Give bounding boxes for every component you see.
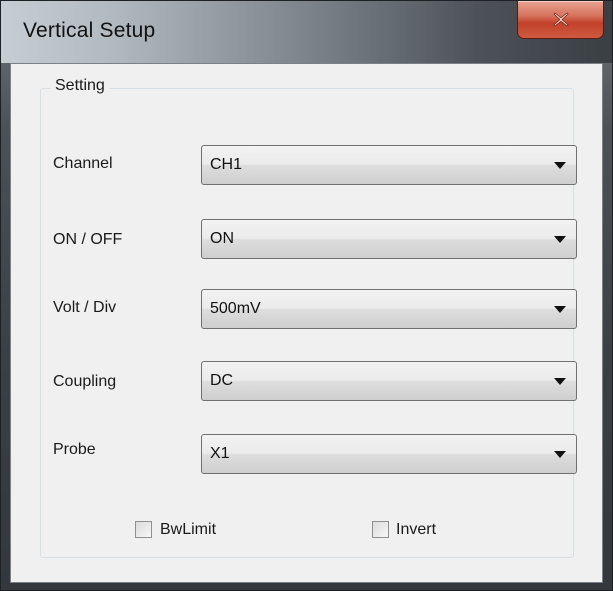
channel-select[interactable]: CH1 bbox=[201, 145, 577, 185]
on-off-label: ON / OFF bbox=[53, 231, 123, 248]
coupling-label: Coupling bbox=[53, 373, 117, 390]
dropdown-arrow-icon[interactable] bbox=[554, 378, 566, 385]
invert-label[interactable]: Invert bbox=[396, 521, 436, 539]
title-bar[interactable]: Vertical Setup bbox=[1, 1, 612, 63]
probe-value: X1 bbox=[210, 445, 230, 462]
close-icon bbox=[552, 12, 569, 27]
dropdown-arrow-icon[interactable] bbox=[554, 306, 566, 313]
dialog-client-area: Setting Channel CH1 ON / OFF ON Volt / D… bbox=[10, 63, 603, 583]
bwlimit-checkbox[interactable] bbox=[135, 521, 152, 538]
invert-checkbox[interactable] bbox=[372, 521, 389, 538]
dropdown-arrow-icon[interactable] bbox=[554, 162, 566, 169]
on-off-select[interactable]: ON bbox=[201, 219, 577, 259]
window-title: Vertical Setup bbox=[23, 19, 156, 42]
coupling-value: DC bbox=[210, 372, 234, 389]
close-button[interactable] bbox=[517, 1, 604, 39]
channel-label: Channel bbox=[53, 155, 113, 172]
coupling-select[interactable]: DC bbox=[201, 361, 577, 401]
probe-label: Probe bbox=[53, 441, 96, 458]
volt-div-value: 500mV bbox=[210, 300, 261, 317]
dropdown-arrow-icon[interactable] bbox=[554, 451, 566, 458]
dropdown-arrow-icon[interactable] bbox=[554, 236, 566, 243]
probe-select[interactable]: X1 bbox=[201, 434, 577, 474]
bwlimit-label[interactable]: BwLimit bbox=[160, 521, 216, 539]
group-label-setting: Setting bbox=[51, 77, 109, 95]
vertical-setup-window: Vertical Setup Setting Channel CH1 ON / … bbox=[0, 0, 613, 591]
volt-div-label: Volt / Div bbox=[53, 299, 117, 316]
setting-groupbox: Setting Channel CH1 ON / OFF ON Volt / D… bbox=[40, 77, 577, 558]
channel-value: CH1 bbox=[210, 156, 243, 173]
volt-div-select[interactable]: 500mV bbox=[201, 289, 577, 329]
on-off-value: ON bbox=[210, 230, 234, 247]
